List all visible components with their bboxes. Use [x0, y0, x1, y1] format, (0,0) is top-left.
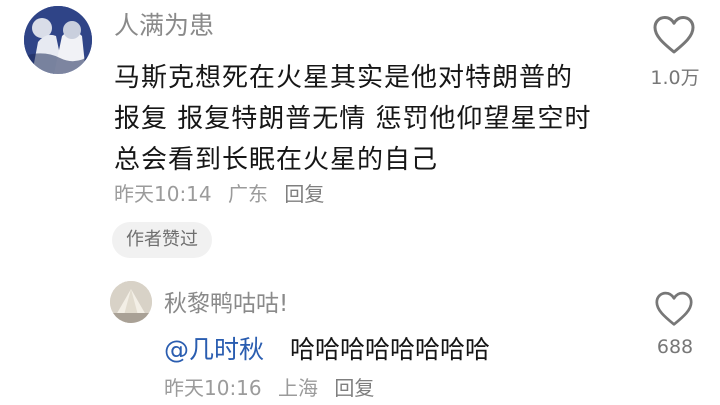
like-button[interactable] — [651, 14, 697, 56]
comment-line: 总会看到长眠在火星的自己 — [114, 145, 439, 175]
reply-time: 昨天10:16 — [164, 376, 262, 400]
reply-meta: 昨天10:16 上海 回复 — [164, 372, 384, 401]
comment-time: 昨天10:14 — [114, 182, 212, 206]
avatar[interactable] — [24, 6, 92, 74]
avatar-image — [24, 6, 92, 74]
comment-text: 马斯克想死在火星其实是他对特朗普的 报复 报复特朗普无情 惩罚他仰望星空时 总会… — [114, 58, 634, 181]
comment-line: 报复 报复特朗普无情 惩罚他仰望星空时 — [114, 104, 592, 134]
heart-outline-icon — [655, 291, 693, 326]
reply-location: 上海 — [278, 376, 318, 400]
heart-outline-icon — [653, 16, 695, 54]
reply-content: 哈哈哈哈哈哈哈哈 — [289, 335, 490, 364]
comment-location: 广东 — [228, 182, 268, 206]
avatar-image — [110, 281, 152, 323]
author-liked-badge: 作者赞过 — [112, 222, 212, 258]
like-count: 1.0万 — [650, 67, 700, 89]
reply-like-count: 688 — [656, 336, 694, 358]
comment-line: 马斯克想死在火星其实是他对特朗普的 — [114, 63, 574, 93]
reply-username[interactable]: 秋黎鸭咕咕! — [164, 284, 288, 318]
reply-like-button[interactable] — [653, 290, 695, 328]
reply-button[interactable]: 回复 — [284, 182, 324, 206]
mention-link[interactable]: @几时秋 — [164, 335, 264, 364]
reply-reply-button[interactable]: 回复 — [334, 376, 374, 400]
reply-text: @几时秋 哈哈哈哈哈哈哈哈 — [164, 330, 490, 366]
comment-meta: 昨天10:14 广东 回复 — [114, 178, 334, 207]
comment-username[interactable]: 人满为患 — [114, 6, 214, 42]
reply-avatar[interactable] — [110, 281, 152, 323]
